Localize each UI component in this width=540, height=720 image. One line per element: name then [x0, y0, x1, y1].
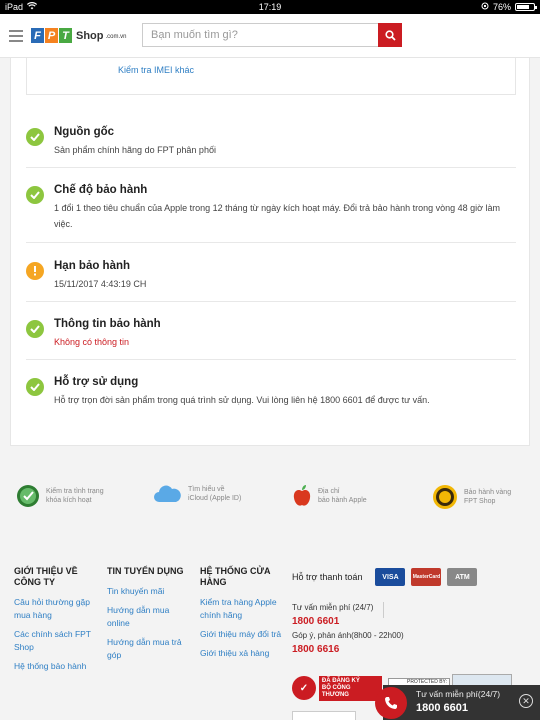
clock: 17:19 [258, 2, 282, 12]
floating-hotline-bar[interactable]: Tư vấn miễn phí(24/7) 1800 6601 ✕ [375, 685, 540, 720]
footer-link[interactable]: Kiểm tra hàng Apple chính hãng [200, 596, 288, 622]
feature-line2: FPT Shop [464, 498, 496, 505]
battery-icon [515, 3, 537, 11]
info-desc: 15/11/2017 4:43:19 CH [54, 279, 147, 289]
feature-line2: bảo hành Apple [318, 497, 367, 504]
feature-line2: khóa kích hoạt [46, 497, 92, 504]
atm-card-icon: ATM [447, 568, 478, 586]
visa-card-icon: VISA [375, 568, 406, 586]
payment-label: Hỗ trợ thanh toán [292, 572, 363, 582]
check-icon [26, 378, 44, 396]
feedback-label: Góp ý, phản ánh(8h00 - 22h00) [292, 631, 404, 640]
footer-link[interactable]: Hướng dẫn mua trả góp [107, 636, 193, 662]
payment-support: Hỗ trợ thanh toán VISA MasterCard ATM [292, 568, 478, 586]
footer-column-title: TIN TUYỂN DỤNG [107, 566, 184, 576]
info-title: Chế độ bảo hành [54, 184, 148, 196]
registered-subtext: BỘ CÔNG THƯƠNG [321, 684, 351, 698]
feature-line1: Kiểm tra tình trạng [46, 488, 104, 495]
footer-link[interactable]: Hướng dẫn mua online [107, 604, 193, 630]
logo-letter-t: T [59, 28, 72, 43]
check-icon [26, 128, 44, 146]
phone-icon [375, 687, 407, 719]
info-item-warranty-expiry: Hạn bảo hành 15/11/2017 4:43:19 CH [26, 254, 516, 302]
feature-icloud[interactable]: Tìm hiểu về iCloud (Apple ID) [152, 484, 241, 504]
feature-links: Kiểm tra tình trạng khóa kích hoạt Tìm hi… [0, 480, 540, 516]
info-desc: 1 đổi 1 theo tiêu chuẩn của Apple trong … [54, 203, 501, 229]
page: iPad 17:19 76% F P T Shop .com.vn Bạn mu… [0, 0, 540, 720]
activation-check-icon [17, 485, 39, 507]
footer-link[interactable]: Các chính sách FPT Shop [14, 628, 100, 654]
warranty-info-panel: Kiểm tra IMEI khác Nguồn gốc Sản phẩm ch… [10, 58, 530, 446]
feature-line1: Tìm hiểu về [188, 486, 225, 493]
footer-link[interactable]: Giới thiệu xả hàng [200, 647, 288, 660]
search-input[interactable] [142, 23, 378, 47]
logo-name: Shop [76, 29, 104, 42]
footer-column-stores: HỆ THỐNG CỬA HÀNG Kiểm tra hàng Apple ch… [200, 566, 288, 666]
apple-icon [293, 485, 311, 506]
footer-link[interactable]: Hệ thống bảo hành [14, 660, 100, 673]
footer-link[interactable]: Câu hỏi thường gặp mua hàng [14, 596, 100, 622]
footer-column-company: GIỚI THIỆU VỀ CÔNG TY Câu hỏi thường gặp… [14, 566, 100, 679]
orientation-lock-icon [481, 2, 489, 12]
feature-line1: Bảo hành vàng [464, 489, 512, 496]
check-other-imei-link[interactable]: Kiểm tra IMEI khác [118, 65, 194, 75]
info-desc: Hỗ trợ trọn đời sản phẩm trong quá trình… [54, 395, 430, 405]
logo-letter-f: F [31, 28, 44, 43]
icloud-icon [154, 485, 181, 502]
imei-result-box: Kiểm tra IMEI khác [26, 58, 516, 95]
check-icon [26, 186, 44, 204]
info-desc: Không có thông tin [54, 337, 130, 347]
device-name: iPad [5, 2, 24, 12]
call-bar-label: Tư vấn miễn phí(24/7) [416, 689, 501, 699]
logo-letter-p: P [45, 28, 58, 43]
check-icon [26, 320, 44, 338]
logo-domain: .com.vn [105, 33, 127, 40]
status-bar: iPad 17:19 76% [0, 0, 540, 14]
checkmark-seal-icon: ✓ [292, 676, 316, 700]
info-title: Nguồn gốc [54, 126, 115, 138]
warranty-badge-icon [433, 485, 457, 509]
feature-apple-warranty[interactable]: Địa chỉ bảo hành Apple [292, 484, 367, 508]
close-icon[interactable]: ✕ [519, 694, 533, 708]
wifi-icon [26, 2, 38, 12]
footer-column-jobs: TIN TUYỂN DỤNG Tin khuyến mãi Hướng dẫn … [107, 566, 193, 668]
footer-column-title: HỆ THỐNG CỬA HÀNG [200, 566, 271, 587]
info-title: Hạn bảo hành [54, 260, 131, 272]
site-header: F P T Shop .com.vn [0, 14, 540, 58]
footer-column-title: GIỚI THIỆU VỀ CÔNG TY [14, 566, 78, 587]
info-desc: Sản phẩm chính hãng do FPT phân phối [54, 145, 216, 155]
battery-fill [517, 5, 530, 9]
warning-icon [26, 262, 44, 280]
registered-ministry-badge[interactable]: ✓ ĐÃ ĐĂNG KÝ BỘ CÔNG THƯƠNG [292, 675, 382, 701]
info-item-origin: Nguồn gốc Sản phẩm chính hãng do FPT phâ… [26, 120, 516, 168]
feature-activation-lock[interactable]: Kiểm tra tình trạng khóa kích hoạt [16, 484, 104, 508]
free-consult-number[interactable]: 1800 6601 [292, 616, 339, 627]
search-button[interactable] [378, 23, 402, 47]
call-bar-number: 1800 6601 [416, 702, 468, 714]
feature-line1: Địa chỉ [318, 488, 340, 495]
feature-line2: iCloud (Apple ID) [188, 495, 242, 502]
feedback-number[interactable]: 1800 6616 [292, 644, 339, 655]
info-title: Hỗ trợ sử dụng [54, 376, 139, 388]
mastercard-icon: MasterCard [411, 568, 442, 586]
info-item-warranty-details: Thông tin bảo hành Không có thông tin [26, 312, 516, 360]
footer-link[interactable]: Giới thiệu máy đổi trả [200, 628, 288, 641]
fpt-shop-logo[interactable]: F P T Shop .com.vn [31, 28, 127, 43]
footer-link[interactable]: Tin khuyến mãi [107, 585, 193, 598]
extra-badge [292, 711, 356, 720]
info-item-usage-support: Hỗ trợ sử dụng Hỗ trợ trọn đời sản phẩm … [26, 370, 516, 418]
feature-gold-warranty[interactable]: Bảo hành vàng FPT Shop [432, 484, 511, 510]
free-consult-label: Tư vấn miễn phí (24/7) [292, 603, 374, 612]
info-item-warranty-policy: Chế độ bảo hành 1 đổi 1 theo tiêu chuẩn … [26, 178, 516, 243]
info-title: Thông tin bảo hành [54, 318, 161, 330]
search-bar [142, 23, 402, 47]
registered-text: ĐÃ ĐĂNG KÝ [321, 677, 360, 684]
search-icon [384, 29, 396, 41]
menu-icon[interactable] [9, 29, 23, 42]
battery-percent: 76% [492, 2, 511, 12]
